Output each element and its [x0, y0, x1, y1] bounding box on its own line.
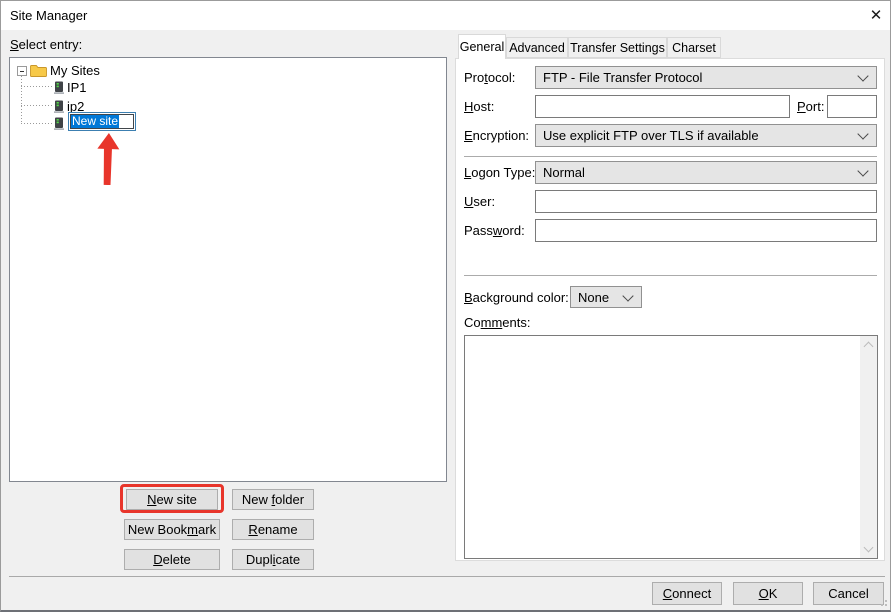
port-label: Port: — [797, 99, 824, 114]
delete-button[interactable]: Delete — [124, 549, 220, 570]
server-icon — [54, 81, 64, 94]
tab-general[interactable]: General — [458, 34, 506, 59]
tree-item-label: My Sites — [47, 62, 103, 79]
comments-label: Comments: — [464, 315, 530, 330]
tab-charset[interactable]: Charset — [667, 37, 721, 58]
comments-textarea[interactable] — [465, 336, 859, 558]
password-input[interactable] — [535, 219, 877, 242]
close-icon[interactable]: ✕ — [864, 4, 888, 28]
window-title: Site Manager — [10, 8, 87, 23]
logon-type-dropdown[interactable]: Normal — [535, 161, 877, 184]
server-icon — [54, 100, 64, 113]
comments-scrollbar[interactable] — [860, 336, 877, 558]
comments-field-frame — [464, 335, 878, 559]
tree-item-site[interactable]: IP1 — [54, 79, 90, 96]
new-folder-button[interactable]: New folder — [232, 489, 314, 510]
tree-connector — [21, 76, 22, 124]
encryption-label: Encryption: — [464, 128, 529, 143]
titlebar[interactable]: Site Manager ✕ — [1, 1, 890, 30]
protocol-dropdown[interactable]: FTP - File Transfer Protocol — [535, 66, 877, 89]
rename-button[interactable]: Rename — [232, 519, 314, 540]
tree-item-label: IP1 — [64, 79, 90, 96]
chevron-down-icon — [857, 70, 868, 81]
footer-separator — [9, 576, 885, 577]
cancel-button[interactable]: Cancel — [813, 582, 884, 605]
background-color-dropdown[interactable]: None — [570, 286, 642, 308]
connect-button[interactable]: Connect — [652, 582, 722, 605]
host-label: Host: — [464, 99, 494, 114]
background-color-label: Background color: — [464, 290, 569, 305]
user-input[interactable] — [535, 190, 877, 213]
protocol-label: Protocol: — [464, 70, 515, 85]
new-bookmark-button[interactable]: New Bookmark — [124, 519, 220, 540]
collapse-toggle-icon[interactable] — [17, 66, 27, 76]
new-site-button[interactable]: New site — [126, 489, 218, 510]
separator — [464, 156, 877, 157]
duplicate-button[interactable]: Duplicate — [232, 549, 314, 570]
chevron-down-icon — [622, 290, 633, 301]
host-input[interactable] — [535, 95, 790, 118]
encryption-dropdown[interactable]: Use explicit FTP over TLS if available — [535, 124, 877, 147]
tab-advanced[interactable]: Advanced — [506, 37, 568, 58]
logon-type-label: Logon Type: — [464, 165, 535, 180]
tree-connector — [21, 123, 53, 124]
server-icon — [54, 117, 64, 130]
tab-transfer-settings[interactable]: Transfer Settings — [568, 37, 667, 58]
separator — [464, 275, 877, 276]
chevron-down-icon — [857, 128, 868, 139]
site-manager-dialog: Site Manager ✕ Select entry: My Sites IP… — [0, 0, 891, 612]
password-label: Password: — [464, 223, 525, 238]
select-entry-label: Select entry: — [10, 37, 82, 52]
site-tree[interactable]: My Sites IP1 ip2 New site — [9, 57, 447, 482]
rename-edit-field[interactable]: New site — [70, 114, 134, 129]
general-tab-page: Protocol: FTP - File Transfer Protocol H… — [455, 58, 885, 561]
user-label: User: — [464, 194, 495, 209]
folder-icon — [30, 65, 47, 77]
ok-button[interactable]: OK — [733, 582, 803, 605]
rename-edit-box[interactable]: New site — [68, 112, 136, 131]
resize-grip[interactable] — [877, 596, 887, 606]
scroll-down-icon[interactable] — [864, 543, 874, 553]
chevron-down-icon — [857, 165, 868, 176]
tree-connector — [21, 86, 53, 87]
scroll-up-icon[interactable] — [864, 342, 874, 352]
tree-item-my-sites[interactable]: My Sites — [30, 62, 103, 79]
tree-connector — [21, 105, 53, 106]
tree-item-new-site[interactable] — [54, 117, 64, 130]
selected-text: New site — [71, 115, 119, 128]
port-input[interactable] — [827, 95, 877, 118]
